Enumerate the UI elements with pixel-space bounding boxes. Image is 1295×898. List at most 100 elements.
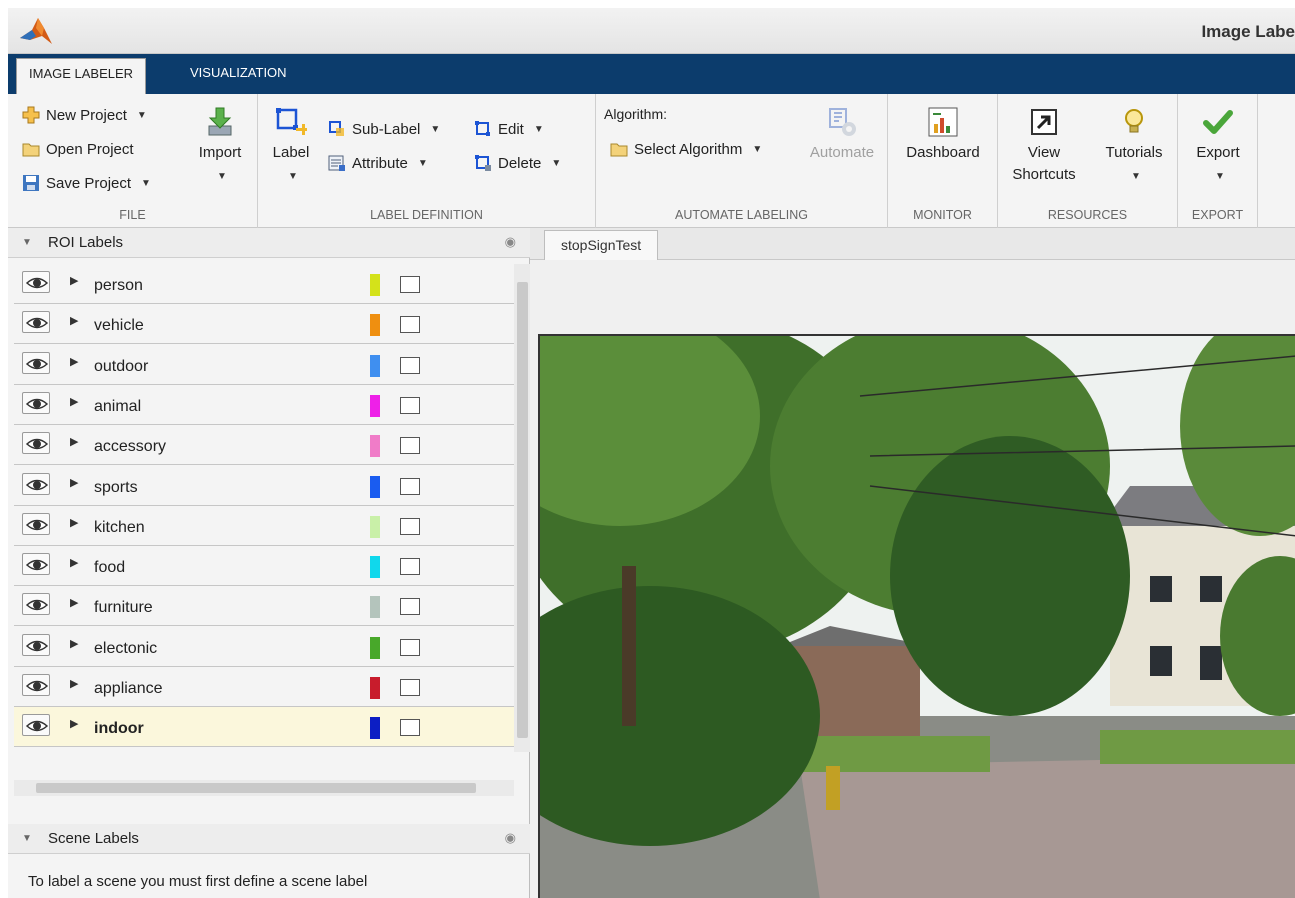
label-checkbox[interactable] — [400, 437, 420, 455]
label-definition-group-label: LABEL DEFINITION — [370, 208, 483, 222]
panel-options-icon[interactable]: ◉ — [505, 830, 516, 846]
roi-label-row[interactable]: ▶ person — [14, 264, 516, 304]
roi-label-row[interactable]: ▶ furniture — [14, 586, 516, 627]
export-button[interactable]: Export ▼ — [1178, 106, 1258, 188]
panel-options-icon[interactable]: ◉ — [505, 234, 516, 250]
scrollbar-thumb[interactable] — [517, 282, 528, 738]
eye-visibility-icon[interactable] — [22, 593, 50, 616]
label-color-swatch — [370, 515, 380, 538]
collapse-triangle-icon[interactable]: ▼ — [22, 237, 32, 248]
expand-arrow-icon[interactable]: ▶ — [70, 274, 78, 287]
eye-visibility-icon[interactable] — [22, 714, 50, 737]
roi-labels-header[interactable]: ▼ ROI Labels ◉ — [8, 228, 530, 258]
export-group-label: EXPORT — [1191, 208, 1244, 222]
eye-visibility-icon[interactable] — [22, 271, 50, 293]
roi-label-row[interactable]: ▶ animal — [14, 384, 516, 425]
label-checkbox[interactable] — [400, 517, 420, 535]
label-checkbox[interactable] — [400, 638, 420, 656]
label-checkbox[interactable] — [400, 396, 420, 414]
tab-image-labeler[interactable]: IMAGE LABELER — [16, 58, 147, 94]
chevron-down-icon: ▼ — [752, 143, 763, 155]
label-checkbox[interactable] — [400, 598, 420, 616]
attribute-button[interactable]: Attribute ▼ — [328, 154, 428, 172]
roi-label-name: animal — [94, 397, 142, 415]
label-checkbox[interactable] — [400, 276, 420, 293]
roi-label-row[interactable]: ▶ sports — [14, 465, 516, 506]
edit-button[interactable]: Edit ▼ — [474, 120, 544, 138]
expand-arrow-icon[interactable]: ▶ — [70, 637, 78, 650]
select-algorithm-button[interactable]: Select Algorithm ▼ — [610, 140, 762, 158]
eye-visibility-icon[interactable] — [22, 633, 50, 656]
delete-label-icon — [475, 155, 491, 171]
expand-arrow-icon[interactable]: ▶ — [70, 476, 78, 489]
label-color-swatch — [370, 717, 380, 740]
save-project-label: Save Project — [46, 174, 132, 192]
label-color-swatch — [370, 274, 380, 296]
tutorials-button[interactable]: Tutorials ▼ — [1094, 106, 1174, 188]
roi-label-row[interactable]: ▶ electonic — [14, 626, 516, 667]
new-project-button[interactable]: New Project ▼ — [22, 106, 147, 124]
expand-arrow-icon[interactable]: ▶ — [70, 677, 78, 690]
expand-arrow-icon[interactable]: ▶ — [70, 717, 78, 730]
matlab-logo-icon — [20, 18, 52, 44]
automate-button[interactable]: Automate — [802, 106, 882, 164]
horizontal-scrollbar[interactable] — [14, 780, 514, 796]
roi-label-row[interactable]: ▶ kitchen — [14, 505, 516, 546]
eye-visibility-icon[interactable] — [22, 351, 50, 374]
sub-label-button[interactable]: Sub-Label ▼ — [328, 120, 440, 138]
expand-arrow-icon[interactable]: ▶ — [70, 596, 78, 609]
eye-visibility-icon[interactable] — [22, 472, 50, 495]
eye-visibility-icon[interactable] — [22, 553, 50, 576]
tab-visualization[interactable]: VISUALIZATION — [178, 58, 299, 94]
chevron-down-icon: ▼ — [533, 123, 544, 135]
eye-visibility-icon[interactable] — [22, 311, 50, 334]
view-shortcuts-button[interactable]: View Shortcuts — [1004, 106, 1084, 186]
open-project-button[interactable]: Open Project — [22, 140, 134, 158]
label-checkbox[interactable] — [400, 558, 420, 576]
chevron-down-icon: ▼ — [1215, 171, 1225, 182]
roi-label-row[interactable]: ▶ accessory — [14, 425, 516, 466]
roi-label-name: appliance — [94, 680, 163, 697]
delete-button[interactable]: Delete ▼ — [474, 154, 561, 172]
chevron-down-icon: ▼ — [136, 109, 147, 121]
view-label: View — [1027, 144, 1061, 161]
vertical-scrollbar[interactable] — [514, 264, 530, 752]
roi-label-name: food — [94, 559, 126, 577]
roi-label-name: accessory — [94, 438, 167, 456]
scrollbar-thumb[interactable] — [36, 783, 476, 793]
document-tab[interactable]: stopSignTest — [544, 230, 659, 260]
expand-arrow-icon[interactable]: ▶ — [70, 556, 78, 569]
roi-label-row[interactable]: ▶ food — [14, 546, 516, 587]
expand-arrow-icon[interactable]: ▶ — [70, 395, 78, 408]
expand-arrow-icon[interactable]: ▶ — [70, 355, 78, 368]
eye-visibility-icon[interactable] — [22, 391, 50, 414]
eye-visibility-icon[interactable] — [22, 432, 50, 455]
new-project-icon — [22, 106, 40, 124]
collapse-triangle-icon[interactable]: ▼ — [22, 833, 32, 844]
expand-arrow-icon[interactable]: ▶ — [70, 435, 78, 448]
import-button[interactable]: Import ▼ — [192, 106, 248, 188]
image-canvas[interactable] — [538, 334, 1295, 898]
label-button[interactable]: Label ▼ — [266, 106, 316, 188]
expand-arrow-icon[interactable]: ▶ — [70, 516, 78, 529]
roi-label-row[interactable]: ▶ indoor — [14, 707, 516, 748]
label-checkbox[interactable] — [400, 316, 420, 334]
save-project-button[interactable]: Save Project ▼ — [22, 174, 151, 192]
eye-visibility-icon[interactable] — [22, 512, 50, 535]
edit-label-icon — [475, 121, 490, 136]
eye-visibility-icon[interactable] — [22, 674, 50, 696]
label-color-swatch — [370, 435, 380, 458]
label-checkbox[interactable] — [400, 679, 420, 696]
chevron-down-icon: ▼ — [141, 177, 151, 189]
automate-labeling-group: Algorithm: Select Algorithm ▼ Automate AU… — [596, 94, 888, 228]
label-checkbox[interactable] — [400, 477, 420, 495]
roi-label-row[interactable]: ▶ outdoor — [14, 344, 516, 385]
scene-labels-header[interactable]: ▼ Scene Labels ◉ — [8, 824, 530, 854]
chevron-down-icon: ▼ — [1131, 171, 1141, 182]
expand-arrow-icon[interactable]: ▶ — [70, 314, 78, 327]
roi-label-row[interactable]: ▶ vehicle — [14, 304, 516, 345]
roi-label-row[interactable]: ▶ appliance — [14, 667, 516, 707]
dashboard-button[interactable]: Dashboard — [888, 106, 998, 164]
label-checkbox[interactable] — [400, 719, 420, 737]
label-checkbox[interactable] — [400, 356, 420, 374]
